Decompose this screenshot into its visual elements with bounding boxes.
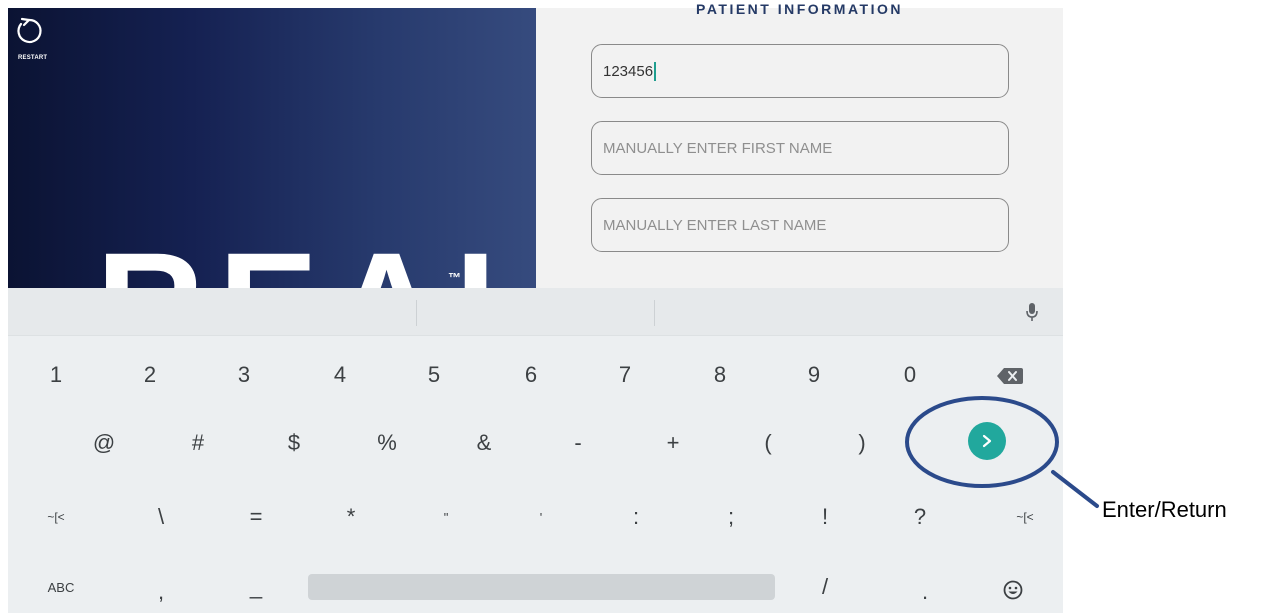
- spacebar[interactable]: [308, 574, 775, 600]
- mic-icon[interactable]: [1025, 302, 1039, 322]
- restart-label[interactable]: RESTART: [18, 55, 47, 61]
- key-more-symbols-right[interactable]: ~[<: [995, 492, 1055, 542]
- last-name-placeholder: MANUALLY ENTER LAST NAME: [603, 216, 827, 234]
- trademark-symbol: ™: [448, 270, 461, 285]
- key-equals[interactable]: =: [226, 492, 286, 542]
- key-colon[interactable]: :: [606, 492, 666, 542]
- key-period[interactable]: .: [895, 567, 955, 613]
- key-dollar[interactable]: $: [264, 418, 324, 468]
- app-screen: RESTART REAL ™ PATIENT INFORMATION 12345…: [8, 1, 1063, 288]
- key-comma[interactable]: ,: [131, 567, 191, 613]
- chevron-right-icon: [982, 434, 992, 448]
- key-single-quote[interactable]: ': [511, 492, 571, 542]
- key-asterisk[interactable]: *: [321, 492, 381, 542]
- key-minus[interactable]: -: [548, 418, 608, 468]
- restart-icon[interactable]: [14, 16, 44, 46]
- key-exclamation[interactable]: !: [795, 492, 855, 542]
- key-percent[interactable]: %: [357, 418, 417, 468]
- key-1[interactable]: 1: [26, 350, 86, 400]
- key-hash[interactable]: #: [168, 418, 228, 468]
- key-slash[interactable]: /: [795, 562, 855, 612]
- suggestion-divider: [654, 300, 655, 326]
- suggestion-divider: [416, 300, 417, 326]
- suggestion-bar: [8, 288, 1063, 336]
- section-title: PATIENT INFORMATION: [696, 1, 903, 17]
- key-backslash[interactable]: \: [131, 492, 191, 542]
- key-3[interactable]: 3: [214, 350, 274, 400]
- key-7[interactable]: 7: [595, 350, 655, 400]
- emoji-icon[interactable]: [1003, 580, 1023, 600]
- hero-panel: RESTART REAL ™: [8, 8, 536, 288]
- key-plus[interactable]: +: [643, 418, 703, 468]
- patient-info-panel: PATIENT INFORMATION 123456 MANUALLY ENTE…: [536, 1, 1063, 288]
- key-9[interactable]: 9: [784, 350, 844, 400]
- key-close-paren[interactable]: ): [832, 418, 892, 468]
- last-name-field[interactable]: MANUALLY ENTER LAST NAME: [591, 198, 1009, 252]
- first-name-placeholder: MANUALLY ENTER FIRST NAME: [603, 139, 833, 157]
- key-underscore[interactable]: _: [226, 562, 286, 612]
- patient-id-field[interactable]: 123456: [591, 44, 1009, 98]
- text-cursor: [654, 61, 657, 81]
- on-screen-keyboard: 1 2 3 4 5 6 7 8 9 0 @ # $ % & - + ( ) ~[…: [8, 288, 1063, 613]
- key-4[interactable]: 4: [310, 350, 370, 400]
- key-0[interactable]: 0: [880, 350, 940, 400]
- brand-logo-text: REAL: [96, 230, 536, 288]
- patient-id-value: 123456: [603, 62, 654, 80]
- key-open-paren[interactable]: (: [738, 418, 798, 468]
- key-semicolon[interactable]: ;: [701, 492, 761, 542]
- key-6[interactable]: 6: [501, 350, 561, 400]
- key-abc[interactable]: ABC: [31, 562, 91, 612]
- key-5[interactable]: 5: [404, 350, 464, 400]
- key-double-quote[interactable]: ": [416, 492, 476, 542]
- key-question[interactable]: ?: [890, 492, 950, 542]
- backspace-icon[interactable]: [997, 367, 1023, 385]
- key-at[interactable]: @: [74, 418, 134, 468]
- enter-button[interactable]: [968, 422, 1006, 460]
- first-name-field[interactable]: MANUALLY ENTER FIRST NAME: [591, 121, 1009, 175]
- key-8[interactable]: 8: [690, 350, 750, 400]
- callout-label: Enter/Return: [1102, 497, 1227, 522]
- key-more-symbols-left[interactable]: ~[<: [26, 492, 86, 542]
- key-2[interactable]: 2: [120, 350, 180, 400]
- key-ampersand[interactable]: &: [454, 418, 514, 468]
